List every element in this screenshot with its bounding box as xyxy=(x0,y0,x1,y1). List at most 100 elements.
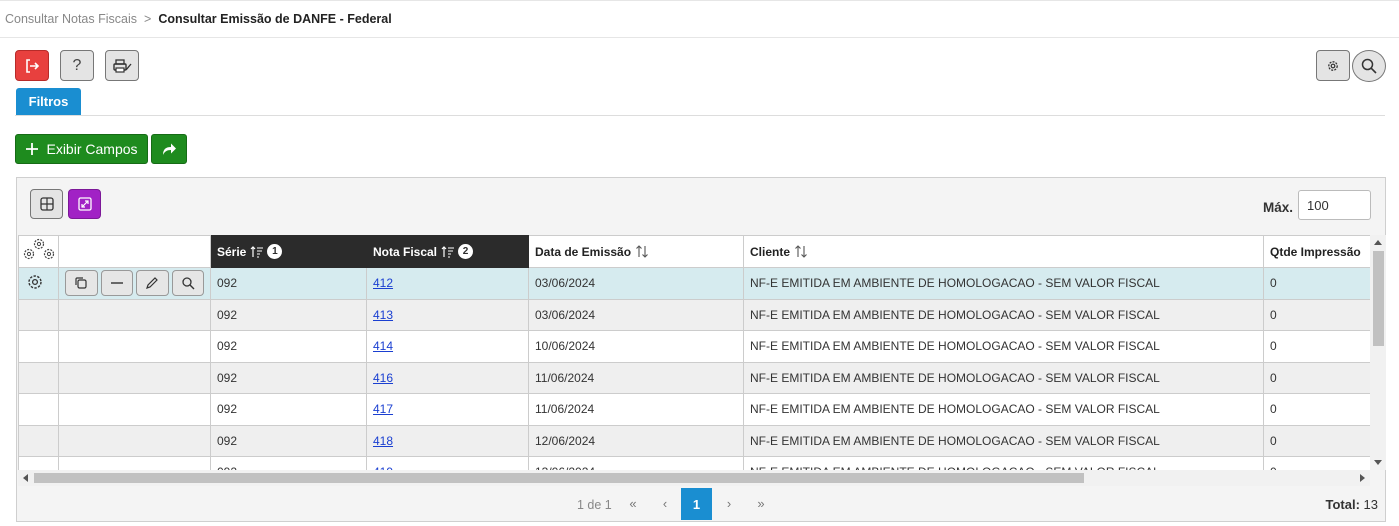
exibir-campos-button[interactable]: Exibir Campos xyxy=(15,134,148,164)
remove-button[interactable] xyxy=(100,270,133,297)
cell-cliente: NF-E EMITIDA EM AMBIENTE DE HOMOLOGACAO … xyxy=(743,393,1264,426)
settings-button[interactable] xyxy=(1316,50,1350,81)
table-row[interactable]: 092 414 10/06/2024 NF-E EMITIDA EM AMBIE… xyxy=(18,330,1370,363)
column-settings-header[interactable] xyxy=(18,235,59,268)
grid-layout-button[interactable] xyxy=(30,189,63,219)
view-button[interactable] xyxy=(171,270,204,297)
row-actions-cell xyxy=(58,361,211,394)
table-row[interactable]: 092 417 11/06/2024 NF-E EMITIDA EM AMBIE… xyxy=(18,393,1370,426)
vertical-scroll-thumb[interactable] xyxy=(1373,251,1384,346)
pencil-icon xyxy=(146,277,159,290)
horizontal-scrollbar[interactable] xyxy=(18,470,1370,486)
cell-serie: 092 xyxy=(210,424,367,457)
cell-nota-fiscal: 412 xyxy=(366,267,529,300)
next-page-button[interactable]: › xyxy=(719,496,739,511)
current-page-button[interactable]: 1 xyxy=(681,488,712,520)
table-row[interactable]: 092 413 03/06/2024 NF-E EMITIDA EM AMBIE… xyxy=(18,298,1370,331)
cell-serie: 092 xyxy=(210,267,367,300)
cell-cliente: NF-E EMITIDA EM AMBIENTE DE HOMOLOGACAO … xyxy=(743,298,1264,331)
table-row[interactable]: 092 418 12/06/2024 NF-E EMITIDA EM AMBIE… xyxy=(18,424,1370,457)
table-row[interactable]: 092 416 11/06/2024 NF-E EMITIDA EM AMBIE… xyxy=(18,361,1370,394)
cell-serie: 092 xyxy=(210,298,367,331)
table-row[interactable]: 092 412 03/06/2024 NF-E EMITIDA EM AMBIE… xyxy=(18,267,1370,300)
expand-button[interactable] xyxy=(68,189,101,219)
scroll-left-arrow[interactable] xyxy=(23,474,28,482)
help-button[interactable]: ? xyxy=(60,50,94,81)
cell-serie: 092 xyxy=(210,330,367,363)
exit-icon xyxy=(26,58,40,73)
expand-icon xyxy=(77,197,92,211)
sort-ascending-icon xyxy=(441,245,455,258)
cell-data-emissao: 10/06/2024 xyxy=(528,330,744,363)
column-header-nota-fiscal[interactable]: Nota Fiscal 2 xyxy=(366,235,529,268)
column-header-data-emissao[interactable]: Data de Emissão xyxy=(528,235,744,268)
row-actions-cell xyxy=(58,298,211,331)
nota-fiscal-link[interactable]: 417 xyxy=(373,402,393,416)
nota-fiscal-link[interactable]: 414 xyxy=(373,339,393,353)
gear-icon xyxy=(1328,60,1338,71)
tab-divider xyxy=(15,115,1385,116)
cell-data-emissao: 11/06/2024 xyxy=(528,393,744,426)
grid-panel: Máx. 100 Série 1 Nota Fiscal 2 Data de E… xyxy=(16,177,1386,522)
print-button[interactable] xyxy=(105,50,139,81)
cell-nota-fiscal: 413 xyxy=(366,298,529,331)
row-settings-cell[interactable] xyxy=(18,267,59,300)
multi-gear-icon xyxy=(23,238,54,260)
cell-data-emissao: 13/06/2024 xyxy=(528,456,744,470)
cell-qtde-impressao: 0 xyxy=(1263,424,1370,457)
column-header-qtde-impressao[interactable]: Qtde Impressão xyxy=(1263,235,1370,268)
nota-fiscal-link[interactable]: 416 xyxy=(373,371,393,385)
column-header-serie[interactable]: Série 1 xyxy=(210,235,367,268)
gear-icon xyxy=(28,275,42,289)
scroll-down-arrow[interactable] xyxy=(1374,460,1382,465)
first-page-button[interactable]: « xyxy=(623,496,643,511)
cell-qtde-impressao: 0 xyxy=(1263,330,1370,363)
prev-page-button[interactable]: ‹ xyxy=(655,496,675,511)
row-actions-cell xyxy=(58,330,211,363)
copy-button[interactable] xyxy=(65,270,98,297)
copy-icon xyxy=(75,277,87,289)
cell-serie: 092 xyxy=(210,393,367,426)
vertical-scrollbar[interactable] xyxy=(1370,235,1386,470)
cell-nota-fiscal: 418 xyxy=(366,424,529,457)
plus-icon xyxy=(26,143,39,155)
last-page-button[interactable]: » xyxy=(751,496,771,511)
tab-filtros[interactable]: Filtros xyxy=(16,88,81,115)
pagination: 1 de 1 « ‹ 1 › » Total: 13 xyxy=(17,487,1385,521)
total-label: Total: xyxy=(1325,497,1360,512)
data-table: Série 1 Nota Fiscal 2 Data de Emissão Cl… xyxy=(18,235,1370,470)
nota-fiscal-link[interactable]: 418 xyxy=(373,434,393,448)
row-actions-cell xyxy=(58,456,211,470)
cell-data-emissao: 12/06/2024 xyxy=(528,424,744,457)
cell-nota-fiscal: 414 xyxy=(366,330,529,363)
cell-cliente: NF-E EMITIDA EM AMBIENTE DE HOMOLOGACAO … xyxy=(743,267,1264,300)
row-settings-cell xyxy=(18,330,59,363)
edit-button[interactable] xyxy=(136,270,169,297)
scroll-up-arrow[interactable] xyxy=(1374,240,1382,245)
table-row[interactable]: 092 419 13/06/2024 NF-E EMITIDA EM AMBIE… xyxy=(18,456,1370,470)
total-count: Total: 13 xyxy=(1325,497,1378,512)
horizontal-scroll-thumb[interactable] xyxy=(34,473,1084,483)
nota-fiscal-link[interactable]: 412 xyxy=(373,276,393,290)
cell-nota-fiscal: 417 xyxy=(366,393,529,426)
nota-fiscal-link[interactable]: 413 xyxy=(373,308,393,322)
cell-qtde-impressao: 0 xyxy=(1263,298,1370,331)
share-button[interactable] xyxy=(151,134,187,164)
row-actions-cell xyxy=(58,393,211,426)
exit-button[interactable] xyxy=(15,50,49,81)
row-settings-cell xyxy=(18,393,59,426)
row-settings-cell xyxy=(18,361,59,394)
cell-serie: 092 xyxy=(210,456,367,470)
scroll-right-arrow[interactable] xyxy=(1360,474,1365,482)
printer-icon xyxy=(113,58,132,73)
column-header-cliente[interactable]: Cliente xyxy=(743,235,1264,268)
share-arrow-icon xyxy=(163,143,176,155)
search-button[interactable] xyxy=(1352,50,1386,82)
cell-data-emissao: 11/06/2024 xyxy=(528,361,744,394)
sort-ascending-icon xyxy=(250,245,264,258)
row-settings-cell xyxy=(18,298,59,331)
max-label: Máx. xyxy=(1263,200,1294,215)
breadcrumb-parent[interactable]: Consultar Notas Fiscais xyxy=(5,12,137,26)
total-value: 13 xyxy=(1363,497,1378,512)
max-input[interactable] xyxy=(1298,190,1371,220)
